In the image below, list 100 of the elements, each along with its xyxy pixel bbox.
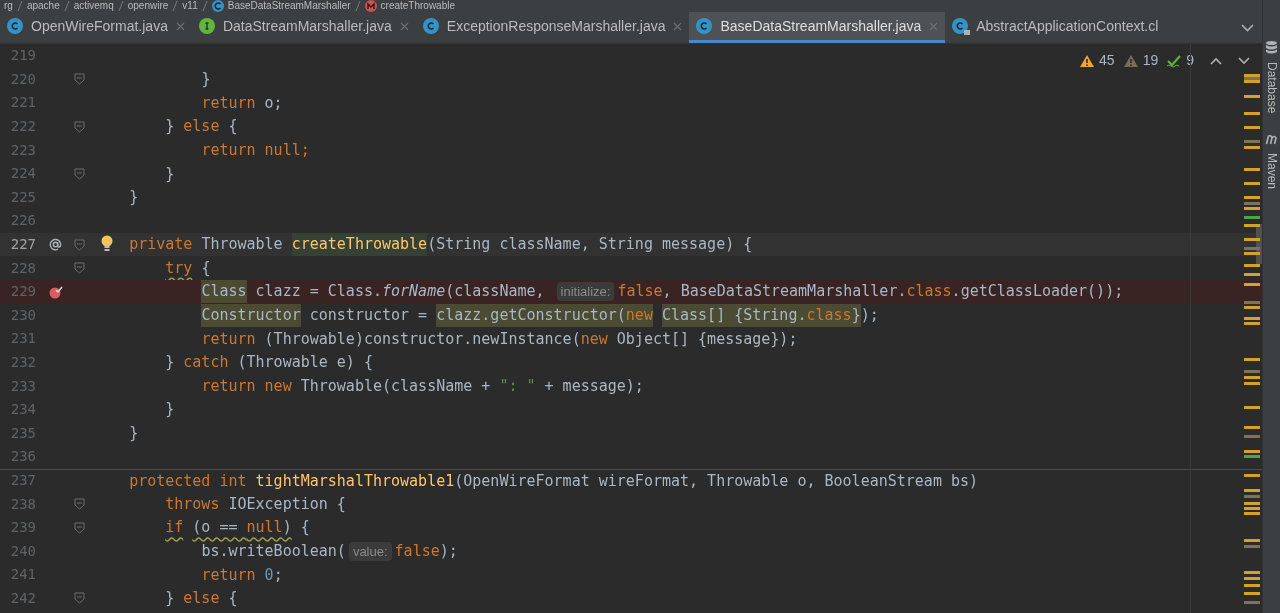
fold-icon[interactable] bbox=[74, 262, 85, 275]
code-token: try bbox=[165, 257, 193, 279]
breadcrumb-item[interactable]: apache bbox=[26, 0, 60, 12]
code-token: throws bbox=[165, 493, 220, 515]
code-token: } bbox=[165, 399, 175, 421]
fold-icon[interactable] bbox=[74, 120, 85, 133]
code-token: } bbox=[201, 69, 211, 91]
line-number: 235 bbox=[9, 423, 36, 443]
editor-tab[interactable]: AbstractApplicationContext.cl bbox=[945, 12, 1166, 43]
class-icon bbox=[7, 18, 23, 34]
lightbulb-icon[interactable] bbox=[100, 234, 114, 253]
line-number: 225 bbox=[9, 187, 36, 207]
breadcrumb-item[interactable]: BaseDataStreamMarshaller bbox=[227, 0, 351, 12]
breakpoint-icon[interactable] bbox=[47, 284, 63, 299]
code-token: tightMarshalThrowable1 bbox=[255, 470, 455, 492]
line-number: 227 bbox=[9, 235, 36, 255]
code-token: clazz = Class. bbox=[255, 281, 382, 303]
chevron-up-icon[interactable] bbox=[1210, 56, 1222, 65]
slash-separator-icon bbox=[117, 0, 124, 12]
close-icon[interactable] bbox=[175, 21, 185, 31]
line-number: 226 bbox=[9, 211, 36, 231]
code-token: null bbox=[246, 517, 283, 539]
code-token: } bbox=[851, 304, 861, 327]
breadcrumb-item[interactable]: activemq bbox=[73, 0, 114, 12]
code-token: Object[] {message}); bbox=[616, 328, 798, 350]
problem-count: 45 bbox=[1099, 51, 1115, 70]
line-number: 233 bbox=[9, 376, 36, 396]
editor-tab[interactable]: ExceptionResponseMarshaller.java bbox=[415, 12, 690, 43]
code-token: Class[] {String. bbox=[661, 304, 807, 327]
code-token: } bbox=[165, 116, 176, 138]
code-token: bs.writeBoolean( bbox=[201, 541, 346, 562]
class-icon bbox=[211, 0, 224, 12]
close-icon[interactable] bbox=[399, 21, 409, 31]
code-token: IOException { bbox=[228, 493, 346, 515]
check-icon[interactable] bbox=[1166, 53, 1183, 68]
line-number: 239 bbox=[9, 518, 36, 538]
at-sign-icon[interactable] bbox=[48, 238, 62, 252]
code-token: private bbox=[129, 234, 193, 256]
inlay-hint: initialize: bbox=[556, 282, 615, 302]
breadcrumb-item[interactable]: rg bbox=[4, 0, 13, 12]
code-token: } bbox=[165, 163, 175, 185]
code-token: ); bbox=[439, 541, 458, 562]
code-token: { bbox=[228, 116, 238, 138]
code-token: forName bbox=[382, 281, 446, 303]
fold-icon[interactable] bbox=[74, 521, 85, 534]
code-token: return null; bbox=[201, 139, 310, 161]
class-icon bbox=[696, 18, 713, 34]
line-number: 221 bbox=[9, 93, 36, 113]
line-number: 228 bbox=[9, 258, 36, 278]
fold-icon[interactable] bbox=[74, 498, 85, 511]
code-token: ); bbox=[860, 305, 879, 327]
code-token: return bbox=[201, 92, 256, 114]
code-token: return bbox=[201, 564, 256, 586]
letter-m-icon[interactable] bbox=[1264, 133, 1279, 146]
code-token: + message); bbox=[544, 375, 644, 397]
line-number: 242 bbox=[9, 588, 36, 608]
code-token: .getClassLoader()); bbox=[951, 281, 1124, 303]
editor-tab[interactable]: OpenWireFormat.java bbox=[0, 12, 192, 43]
code-token: { bbox=[300, 517, 310, 539]
class-icon bbox=[952, 18, 969, 34]
fold-icon[interactable] bbox=[74, 238, 85, 251]
code-token: (Throwable)constructor.newInstance( bbox=[264, 328, 581, 350]
line-number: 238 bbox=[9, 494, 36, 514]
tool-window-button[interactable]: Database bbox=[1262, 62, 1280, 114]
code-token: return new bbox=[201, 375, 292, 397]
code-token: createThrowable bbox=[291, 233, 428, 256]
breadcrumb-item[interactable]: createThrowable bbox=[380, 0, 456, 12]
breadcrumb-item[interactable]: openwire bbox=[127, 0, 169, 12]
code-token: constructor = bbox=[309, 305, 429, 327]
code-token: ; bbox=[273, 564, 283, 586]
fold-icon[interactable] bbox=[74, 167, 85, 180]
chevron-down-icon[interactable] bbox=[1238, 56, 1250, 65]
code-token: new bbox=[625, 304, 653, 327]
slash-separator-icon bbox=[172, 0, 179, 12]
code-token: ) bbox=[282, 517, 292, 539]
line-number: 220 bbox=[9, 69, 36, 89]
line-number: 224 bbox=[9, 164, 36, 184]
code-token: { bbox=[201, 257, 211, 279]
close-icon[interactable] bbox=[929, 21, 939, 31]
editor-tab[interactable]: DataStreamMarshaller.java bbox=[191, 12, 416, 43]
code-token: } bbox=[129, 187, 139, 209]
tool-window-button[interactable]: Maven bbox=[1262, 153, 1280, 190]
line-number: 222 bbox=[9, 117, 36, 137]
editor-tab[interactable]: BaseDataStreamMarshaller.java bbox=[689, 12, 946, 43]
breadcrumb-item[interactable]: v11 bbox=[182, 0, 198, 12]
code-token: else bbox=[183, 588, 220, 610]
class-icon bbox=[422, 18, 439, 34]
code-token: o; bbox=[264, 92, 283, 114]
close-icon[interactable] bbox=[673, 21, 683, 31]
fold-icon[interactable] bbox=[74, 592, 85, 605]
fold-icon[interactable] bbox=[74, 73, 85, 86]
warning-icon[interactable] bbox=[1079, 53, 1096, 68]
line-number: 230 bbox=[9, 305, 36, 325]
line-number: 236 bbox=[9, 447, 36, 467]
slash-separator-icon bbox=[16, 0, 23, 12]
code-token: (o == bbox=[192, 517, 239, 539]
code-token: 0 bbox=[264, 564, 274, 586]
database-icon[interactable] bbox=[1265, 40, 1278, 54]
code-token: (Throwable e) { bbox=[237, 352, 373, 374]
code-token: (className, bbox=[445, 281, 546, 303]
